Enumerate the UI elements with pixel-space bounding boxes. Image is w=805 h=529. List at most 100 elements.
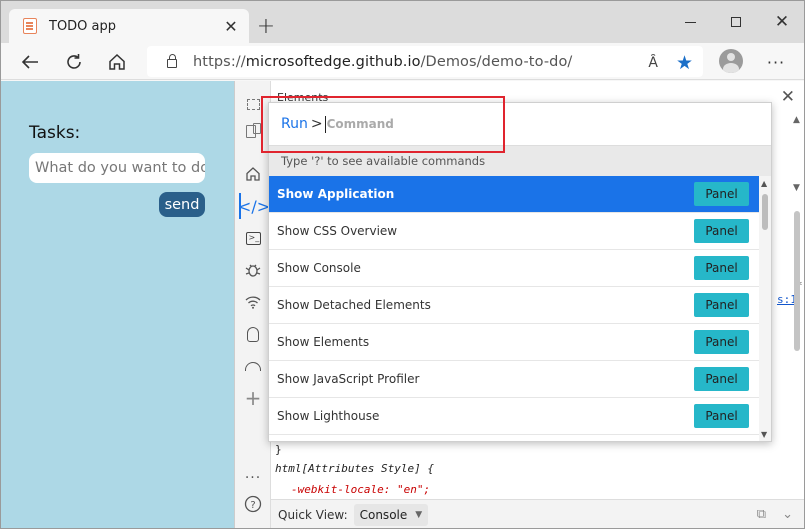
bug-icon (245, 264, 261, 277)
panel-badge: Panel (694, 182, 749, 206)
code-selector: html[Attributes Style] { (275, 462, 434, 475)
command-menu: Run > Command Type '?' to see available … (268, 102, 772, 442)
minimize-icon (684, 21, 696, 23)
command-item-show-detached-elements[interactable]: Show Detached Elements Panel (269, 287, 759, 324)
favorite-star-icon[interactable]: ★ (676, 52, 693, 74)
home-button[interactable] (102, 47, 132, 77)
command-list-scrollbar[interactable]: ▲ ▼ (759, 176, 771, 441)
inspect-tool-button[interactable] (239, 91, 267, 117)
task-input[interactable] (29, 153, 205, 183)
maximize-button[interactable] (713, 7, 759, 37)
command-input[interactable]: Run > Command (269, 103, 771, 145)
devtools-scrollbar[interactable] (794, 211, 800, 351)
tab-title: TODO app (49, 18, 117, 34)
wifi-icon (245, 296, 261, 309)
home-icon (246, 167, 260, 181)
command-item-show-console[interactable]: Show Console Panel (269, 250, 759, 287)
expand-icon[interactable]: ▼ (793, 183, 800, 193)
browser-window: TODO app ✕ + ✕ https://microsoftedge.git… (0, 0, 805, 529)
quick-view-label: Quick View: (278, 508, 348, 522)
styles-pane: } html[Attributes Style] { -webkit-local… (271, 441, 804, 497)
lock-icon (167, 54, 177, 68)
command-item-label: Show Lighthouse (277, 409, 380, 423)
maximize-icon (731, 17, 741, 27)
command-list: Show Application Panel Show CSS Overview… (269, 176, 759, 441)
command-item-label: Show CSS Overview (277, 224, 398, 238)
customize-devtools-button[interactable]: ··· (239, 465, 267, 491)
command-item-show-lighthouse[interactable]: Show Lighthouse Panel (269, 398, 759, 435)
device-icon (246, 123, 261, 138)
dock-icon[interactable]: ⧉ (757, 507, 766, 522)
close-devtools-icon[interactable]: ✕ (781, 87, 795, 107)
panel-badge: Panel (694, 256, 749, 280)
back-arrow-icon (21, 55, 38, 69)
browser-toolbar: https://microsoftedge.github.io/Demos/de… (1, 43, 804, 80)
refresh-button[interactable] (59, 47, 89, 77)
scrollbar-thumb[interactable] (762, 194, 768, 230)
todo-page: Tasks: send (1, 81, 234, 528)
close-window-button[interactable]: ✕ (759, 7, 804, 37)
settings-more-button[interactable]: ··· (761, 47, 791, 77)
gauge-icon (245, 361, 261, 371)
device-emulation-button[interactable] (239, 117, 267, 143)
help-icon: ? (244, 495, 262, 513)
console-tool-button[interactable]: >_ (239, 225, 267, 251)
inspect-icon (246, 98, 260, 110)
performance-tool-button[interactable] (239, 353, 267, 379)
quick-view-select[interactable]: Console ▼ (353, 504, 429, 526)
command-item-label: Show Detached Elements (277, 298, 431, 312)
collapse-icon[interactable]: ⌄ (782, 507, 793, 522)
devtools-header: Elements ✕ (271, 81, 804, 107)
panel-badge: Panel (694, 367, 749, 391)
command-item-label: Show Application (277, 187, 395, 201)
command-item-show-css-overview[interactable]: Show CSS Overview Panel (269, 213, 759, 250)
console-icon: >_ (245, 231, 261, 245)
elements-tool-button[interactable]: </> (237, 193, 271, 219)
refresh-icon (67, 54, 81, 69)
more-tools-button[interactable]: + (239, 385, 267, 411)
new-tab-button[interactable]: + (253, 13, 279, 39)
minimize-button[interactable] (667, 7, 713, 37)
home-icon (109, 53, 125, 70)
address-bar[interactable]: https://microsoftedge.github.io/Demos/de… (147, 46, 703, 77)
command-item-show-javascript-profiler[interactable]: Show JavaScript Profiler Panel (269, 361, 759, 398)
devtools-activity-bar: </> >_ + ··· ? (235, 81, 271, 528)
ellipsis-icon: ··· (244, 470, 262, 486)
panel-badge: Panel (694, 219, 749, 243)
lightbulb-icon (247, 326, 259, 342)
svg-text:?: ? (250, 500, 255, 511)
text-caret (324, 115, 326, 133)
command-item-partial[interactable] (269, 435, 759, 441)
notepad-icon (23, 18, 37, 34)
network-tool-button[interactable] (239, 289, 267, 315)
back-button[interactable] (15, 47, 45, 77)
command-hint: Type '?' to see available commands (281, 154, 486, 168)
tab-close-icon[interactable]: ✕ (219, 14, 243, 38)
caret-down-icon: ▼ (415, 510, 423, 520)
close-icon: ✕ (774, 12, 790, 32)
profile-avatar[interactable] (719, 49, 743, 73)
scroll-down-icon[interactable]: ▼ (761, 430, 767, 439)
tab-strip: TODO app ✕ + ✕ (1, 1, 804, 43)
scroll-up-icon[interactable]: ▲ (793, 115, 800, 125)
read-aloud-icon[interactable]: Ȃ (648, 55, 658, 71)
command-item-show-application[interactable]: Show Application Panel (269, 176, 759, 213)
panel-badge: Panel (694, 293, 749, 317)
code-property: -webkit-locale: "en"; (291, 483, 431, 496)
welcome-tool-button[interactable] (239, 161, 267, 187)
panel-badge: Panel (694, 404, 749, 428)
panel-badge: Panel (694, 330, 749, 354)
code-brackets-icon: </> (237, 196, 271, 216)
command-item-show-elements[interactable]: Show Elements Panel (269, 324, 759, 361)
tab-todo-app[interactable]: TODO app ✕ (9, 9, 249, 43)
command-prefix: > (310, 116, 323, 132)
sources-tool-button[interactable] (239, 257, 267, 283)
command-hint-row: Type '?' to see available commands (269, 145, 771, 176)
command-item-label: Show Elements (277, 335, 370, 349)
send-button[interactable]: send (159, 192, 205, 217)
command-item-label: Show Console (277, 261, 361, 275)
scroll-up-icon[interactable]: ▲ (761, 179, 767, 188)
performance-insights-button[interactable] (239, 321, 267, 347)
help-button[interactable]: ? (239, 491, 267, 517)
code-line: } (275, 443, 282, 456)
